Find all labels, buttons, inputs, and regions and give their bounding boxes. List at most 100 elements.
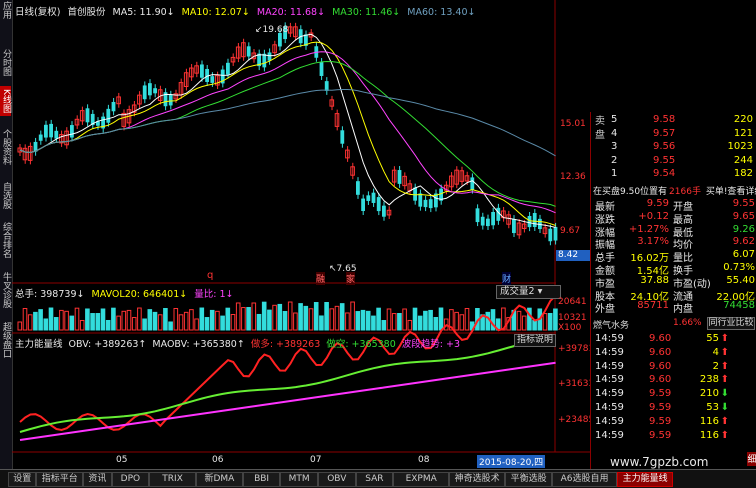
ticks-detail-tab[interactable]: 细 <box>747 452 756 466</box>
volume-bar <box>423 310 428 331</box>
volume-bar <box>121 310 127 331</box>
volume-bar <box>126 309 132 331</box>
price-axis-tick: 15.01 <box>560 119 586 129</box>
tick-price: 9.60 <box>649 374 672 386</box>
volume-bar <box>454 311 459 331</box>
tick-time: 14:59 <box>595 360 624 372</box>
tab-profile[interactable]: 个股资料 <box>0 122 11 172</box>
arrow-up-icon: ⬆ <box>720 360 729 372</box>
sell-level-row[interactable]: 2 9.55 244 <box>591 155 756 168</box>
order-detail-link[interactable]: 买单!查看详细 <box>706 187 756 197</box>
quote-value: 0.73% <box>723 262 755 273</box>
indicator-tab[interactable]: 神奇选股术 <box>449 472 506 487</box>
sell-level-row[interactable]: 3 9.56 1023 <box>591 141 756 154</box>
event-marker-jia[interactable]: 家 <box>346 272 356 285</box>
indicator-tab[interactable]: 指标平台 <box>36 472 84 487</box>
candle-body <box>54 130 59 139</box>
indicator-tab[interactable]: 主力能量线 <box>617 472 674 487</box>
candle-body <box>475 208 480 223</box>
volume-bar <box>142 318 147 331</box>
sector-name[interactable]: 燃气水务 <box>593 318 629 331</box>
quote-value: 85711 <box>637 300 669 312</box>
volume-bar <box>339 303 345 331</box>
volume-indicator-select[interactable]: 成交量2 ▾ <box>496 285 561 299</box>
volume-bar <box>391 313 397 331</box>
candle-body <box>44 124 48 138</box>
volume-bar <box>485 311 491 331</box>
quote-value: 9.65 <box>732 210 755 222</box>
volume-bar <box>319 315 324 331</box>
indicator-tab[interactable]: 平衡选股 <box>505 472 552 487</box>
tab-diagnosis[interactable]: 牛叉诊股 <box>0 268 11 312</box>
volume-bar <box>532 320 537 331</box>
tick-volume: 116 <box>699 429 719 441</box>
volume-bar <box>105 319 111 331</box>
volume-bar <box>194 318 199 331</box>
tab-level2[interactable]: 超级盘口 <box>0 318 11 362</box>
indicator-tab[interactable]: A6选股自用 <box>552 472 618 487</box>
tick-price: 9.59 <box>649 402 672 413</box>
candle-body <box>226 62 230 75</box>
indicator-tab[interactable]: TRIX <box>149 472 196 487</box>
high-price-label: ↙19.68 <box>255 25 289 35</box>
tick-price: 9.60 <box>649 360 672 372</box>
volume-bar <box>209 309 215 331</box>
tab-app[interactable]: 应用 <box>0 0 11 20</box>
current-price-tag: 8.42 <box>556 250 590 261</box>
tick-row: 14:59 9.60 2 ⬆ <box>591 361 756 375</box>
obv-long: 做多: +389263 <box>250 339 321 350</box>
volume-axis-tick: X100 <box>558 323 582 333</box>
volume-bar <box>277 303 283 331</box>
candle-body <box>532 213 537 227</box>
indicator-tab[interactable]: 资讯 <box>83 472 112 487</box>
candle-body <box>356 181 360 195</box>
level-price: 9.54 <box>653 168 676 179</box>
tab-ranking[interactable]: 综合排名 <box>0 218 11 262</box>
indicator-tab[interactable]: BBI <box>242 472 281 487</box>
sell-level-row[interactable]: 4 9.57 121 <box>591 128 756 141</box>
quote-value: 37.88 <box>640 274 669 286</box>
volume-bar <box>48 307 54 331</box>
volume-bar <box>215 310 220 331</box>
sell-level-row[interactable]: 5 9.58 220 <box>591 114 756 127</box>
level-volume: 244 <box>733 154 753 166</box>
indicator-tab[interactable]: MTM <box>280 472 318 487</box>
volume-bar <box>464 308 470 331</box>
level-index: 2 <box>611 154 618 166</box>
tab-intraday[interactable]: 分时图 <box>0 44 11 80</box>
event-marker-cai[interactable]: 财 <box>502 272 512 285</box>
moving-average-lines <box>19 33 556 228</box>
level-volume: 220 <box>733 114 753 125</box>
tick-volume: 4 <box>712 346 719 358</box>
volume-bar <box>256 313 262 331</box>
tick-row: 14:59 9.59 116 ⬆ <box>591 416 756 430</box>
candle-body <box>423 199 428 208</box>
tab-watchlist[interactable]: 自选股 <box>0 178 11 212</box>
tab-kline[interactable]: K线图 <box>0 86 11 116</box>
indicator-tab[interactable]: EXPMA <box>393 472 450 487</box>
volume-bar <box>157 314 163 331</box>
volume-bar <box>428 309 433 331</box>
sell-level-row[interactable]: 1 9.54 182 <box>591 168 756 181</box>
arrow-up-icon: ⬆ <box>720 374 729 386</box>
volume-bar <box>272 304 277 331</box>
indicator-tab[interactable]: 设置 <box>8 472 37 487</box>
event-marker-q[interactable]: q <box>207 270 213 281</box>
quote-value: +1.27% <box>628 223 669 235</box>
candle-body <box>246 46 251 57</box>
indicator-tab[interactable]: OBV <box>318 472 356 487</box>
event-marker-rong[interactable]: 融 <box>316 272 326 285</box>
volume-bar <box>381 320 387 331</box>
industry-compare-button[interactable]: 同行业比较 <box>707 317 755 330</box>
tick-time: 14:59 <box>595 429 624 441</box>
indicator-tab[interactable]: 新DMA <box>196 472 243 487</box>
tick-time: 14:59 <box>595 346 624 358</box>
volume-ratio: 量比: 1 <box>194 289 226 300</box>
volume-bar <box>163 308 168 331</box>
volume-bar <box>402 308 407 331</box>
indicator-help-button[interactable]: 指标说明 <box>514 334 556 347</box>
quote-value: 9.26 <box>732 223 755 235</box>
volume-bar <box>397 313 402 331</box>
indicator-tab[interactable]: SAR <box>355 472 394 487</box>
indicator-tab[interactable]: DPO <box>111 472 150 487</box>
